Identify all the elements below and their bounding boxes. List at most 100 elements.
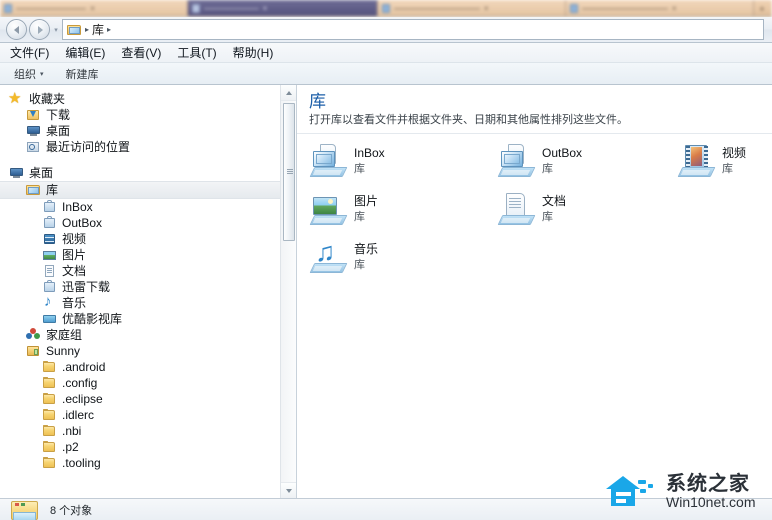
tree-item-label: 文档: [62, 264, 87, 278]
library-folder-icon: [10, 499, 40, 520]
tree-item-label: 桌面: [46, 124, 71, 138]
address-bar: ▾ ▸ 库 ▸: [0, 17, 772, 43]
folder-icon: [42, 376, 57, 390]
tree-item-youku-library[interactable]: 优酷影视库: [0, 311, 296, 327]
library-tile-subtitle: 库: [354, 162, 365, 175]
recent-places-icon: [26, 140, 41, 154]
library-tile-inbox[interactable]: InBox 库: [309, 143, 385, 178]
back-button[interactable]: [6, 19, 27, 40]
tree-item-inbox[interactable]: InBox: [0, 199, 296, 215]
menu-bar: 文件(F) 编辑(E) 查看(V) 工具(T) 帮助(H): [0, 43, 772, 63]
folder-icon: [42, 424, 57, 438]
tree-item-label: 家庭组: [46, 328, 83, 342]
tab-close-icon[interactable]: ×: [90, 4, 95, 13]
tab-close-icon[interactable]: ×: [672, 4, 677, 13]
forward-button[interactable]: [29, 19, 50, 40]
scrollbar-thumb[interactable]: [283, 103, 295, 241]
tree-item-music[interactable]: 音乐: [0, 293, 296, 311]
library-tile-documents[interactable]: 文档 库: [497, 192, 567, 226]
desktop-monitor-icon: [9, 166, 24, 180]
library-tile-name: 文档: [542, 193, 567, 208]
star-icon: [8, 89, 24, 107]
scrollbar-grip-icon: [287, 169, 293, 175]
tree-item-libraries[interactable]: 库: [0, 181, 296, 199]
breadcrumb-separator-icon: ▸: [85, 25, 90, 34]
tree-item-favorites[interactable]: 收藏夹: [0, 89, 296, 107]
tab-label: —————————: [16, 4, 87, 13]
new-library-button[interactable]: 新建库: [66, 66, 99, 82]
tree-item-recent-places[interactable]: 最近访问的位置: [0, 139, 296, 155]
command-toolbar: 组织 ▾ 新建库: [0, 63, 772, 85]
tree-item-nbi[interactable]: .nbi: [0, 423, 296, 439]
library-box-icon: [42, 200, 57, 214]
tree-item-desktop-favorite[interactable]: 桌面: [0, 123, 296, 139]
tab-favicon-icon: [382, 4, 390, 13]
tree-item-label: InBox: [62, 200, 93, 214]
inbox-library-icon: [309, 143, 348, 178]
browser-tab[interactable]: ——————————— ×: [378, 0, 566, 16]
tree-item-homegroup[interactable]: 家庭组: [0, 327, 296, 343]
tree-section-gap: [0, 155, 296, 165]
watermark-en-text: Win10net.com: [666, 493, 756, 510]
menu-help[interactable]: 帮助(H): [233, 44, 274, 61]
tree-item-android[interactable]: .android: [0, 359, 296, 375]
tree-item-idlerc[interactable]: .idlerc: [0, 407, 296, 423]
videos-icon: [42, 232, 57, 246]
outbox-library-icon: [497, 143, 536, 178]
page-description: 打开库以查看文件并根据文件夹、日期和其他属性排列这些文件。: [309, 113, 628, 126]
videos-library-icon: [677, 144, 716, 178]
recent-pages-caret-icon[interactable]: ▾: [50, 19, 62, 40]
tree-item-config[interactable]: .config: [0, 375, 296, 391]
tree-item-desktop-root[interactable]: 桌面: [0, 165, 296, 181]
pictures-library-icon: [309, 192, 348, 226]
tree-item-user-sunny[interactable]: Sunny: [0, 343, 296, 359]
tree-item-label: .eclipse: [62, 392, 103, 406]
organize-button[interactable]: 组织 ▾: [14, 66, 44, 82]
navigation-pane-scrollbar[interactable]: [280, 85, 296, 498]
library-tile-videos[interactable]: 视频 库: [677, 144, 746, 178]
menu-edit[interactable]: 编辑(E): [65, 44, 105, 61]
menu-view[interactable]: 查看(V): [121, 44, 161, 61]
library-tile-name: InBox: [354, 145, 385, 160]
scroll-up-button[interactable]: [281, 85, 296, 101]
tab-close-icon[interactable]: ×: [484, 4, 489, 13]
tree-item-label: 库: [46, 183, 59, 197]
library-grid: InBox 库 OutBox 库 视频 库 图片 库 文档 库 音乐 库: [297, 134, 772, 273]
tab-close-icon[interactable]: ×: [263, 4, 268, 13]
tree-item-label: 图片: [62, 248, 87, 262]
library-tile-pictures[interactable]: 图片 库: [309, 192, 378, 226]
scroll-down-button[interactable]: [281, 482, 296, 498]
breadcrumb-address-field[interactable]: ▸ 库 ▸: [62, 19, 764, 40]
breadcrumb-item-library[interactable]: 库: [92, 21, 104, 38]
library-tile-outbox[interactable]: OutBox 库: [497, 143, 582, 178]
tab-label: ———————————: [394, 4, 480, 13]
browser-tab[interactable]: ——————————— ×: [566, 0, 754, 16]
library-box-icon: [42, 280, 57, 294]
folder-icon: [42, 456, 57, 470]
tree-item-documents[interactable]: 文档: [0, 263, 296, 279]
menu-file[interactable]: 文件(F): [10, 44, 49, 61]
tree-item-downloads[interactable]: 下载: [0, 107, 296, 123]
menu-tools[interactable]: 工具(T): [177, 44, 216, 61]
tree-item-eclipse[interactable]: .eclipse: [0, 391, 296, 407]
breadcrumb-separator-icon[interactable]: ▸: [106, 25, 112, 34]
music-library-icon: [309, 240, 348, 274]
new-tab-button[interactable]: +: [754, 0, 770, 16]
tree-item-videos[interactable]: 视频: [0, 231, 296, 247]
tree-item-label: 下载: [46, 108, 71, 122]
tab-favicon-icon: [4, 4, 12, 13]
tree-item-outbox[interactable]: OutBox: [0, 215, 296, 231]
desktop-monitor-icon: [26, 124, 41, 138]
tree-item-p2[interactable]: .p2: [0, 439, 296, 455]
library-tile-music[interactable]: 音乐 库: [309, 240, 378, 274]
pictures-icon: [42, 248, 57, 262]
browser-tab[interactable]: ————————— ×: [0, 0, 188, 16]
music-note-icon: [42, 293, 57, 310]
tree-item-pictures[interactable]: 图片: [0, 247, 296, 263]
tab-label: ———————: [204, 4, 259, 13]
tree-item-tooling[interactable]: .tooling: [0, 455, 296, 471]
library-icon: [26, 183, 41, 197]
folder-icon: [42, 440, 57, 454]
tree-item-label: 桌面: [29, 166, 54, 180]
browser-tab-active[interactable]: ——————— ×: [188, 0, 378, 16]
